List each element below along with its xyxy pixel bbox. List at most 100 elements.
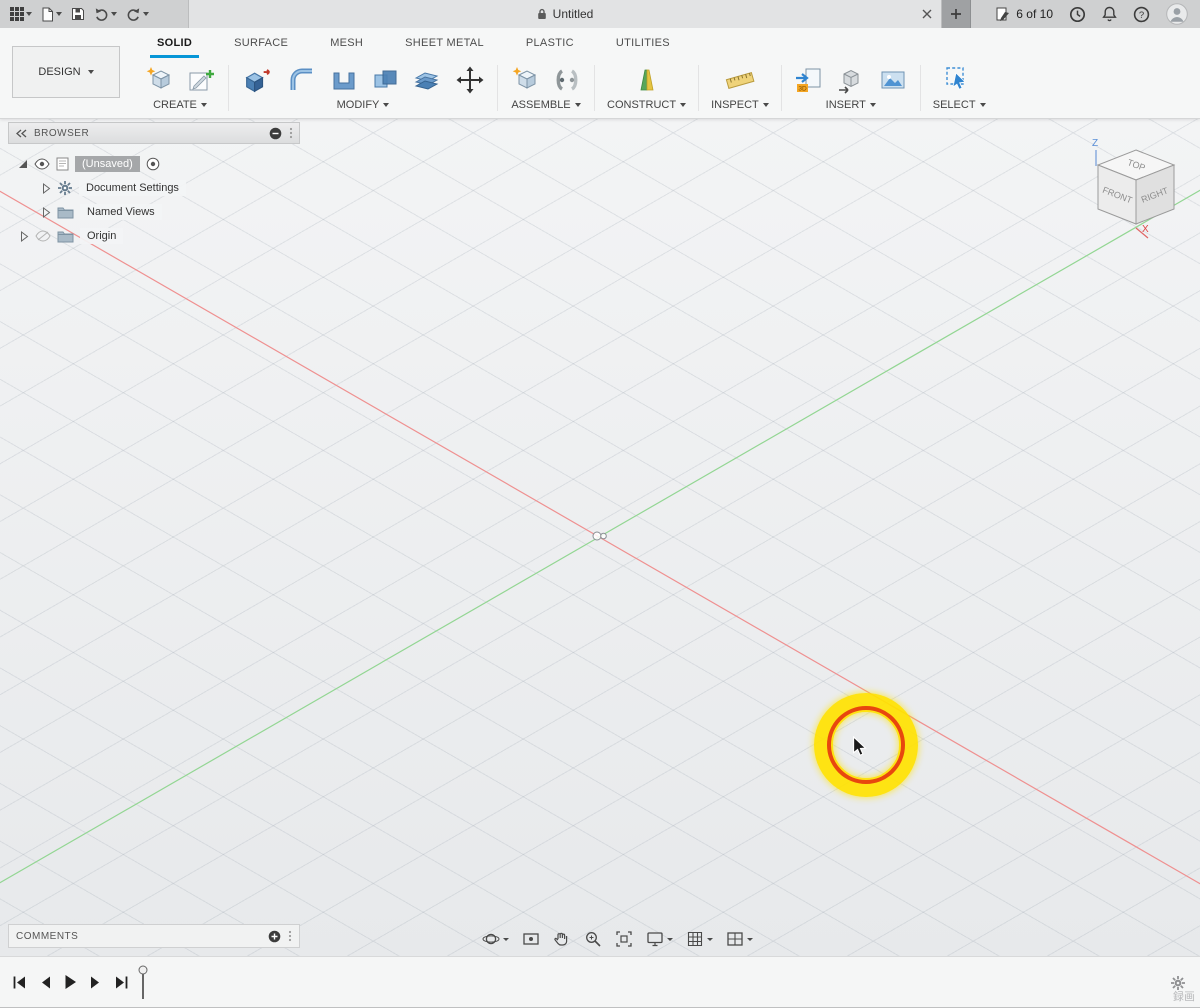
tab-sheet-metal[interactable]: SHEET METAL bbox=[384, 28, 505, 58]
tab-utilities[interactable]: UTILITIES bbox=[595, 28, 691, 58]
expander-icon[interactable] bbox=[42, 182, 51, 194]
chevron-down-icon bbox=[383, 103, 390, 107]
origin-marker[interactable] bbox=[591, 530, 609, 542]
chevron-down-icon bbox=[56, 12, 62, 16]
tab-surface[interactable]: SURFACE bbox=[213, 28, 309, 58]
tab-plastic[interactable]: PLASTIC bbox=[505, 28, 595, 58]
offset-face-icon[interactable] bbox=[413, 65, 443, 95]
step-forward-button[interactable] bbox=[90, 975, 102, 990]
play-button[interactable] bbox=[64, 974, 77, 990]
save-icon bbox=[72, 8, 84, 20]
new-component-icon[interactable] bbox=[144, 65, 174, 95]
minimize-panel-icon[interactable] bbox=[269, 127, 282, 140]
step-back-button[interactable] bbox=[39, 975, 51, 990]
fit-button[interactable] bbox=[613, 928, 635, 950]
canvas-image-icon[interactable] bbox=[878, 65, 908, 95]
notifications-button[interactable] bbox=[1102, 6, 1117, 22]
display-settings-button[interactable] bbox=[644, 928, 675, 950]
expander-icon[interactable] bbox=[42, 206, 51, 218]
insert-dropdown[interactable]: INSERT bbox=[826, 99, 876, 111]
insert-derive-icon[interactable]: 3D bbox=[794, 65, 824, 95]
expand-panel-icon[interactable] bbox=[268, 930, 281, 943]
pan-button[interactable] bbox=[551, 928, 573, 950]
viewcube[interactable]: Z X TOP FRONT RIGHT bbox=[1080, 136, 1198, 254]
orbit-button[interactable] bbox=[480, 928, 511, 950]
construct-dropdown[interactable]: CONSTRUCT bbox=[607, 99, 687, 111]
visibility-eye-icon[interactable] bbox=[34, 158, 50, 170]
comments-title: COMMENTS bbox=[16, 930, 79, 942]
ribbon-tools-row: CREATE MODIFY ASSEMBLE CONSTRUCT INSPECT… bbox=[0, 58, 998, 118]
inspect-dropdown[interactable]: INSPECT bbox=[711, 99, 769, 111]
press-pull-icon[interactable] bbox=[241, 63, 275, 97]
expander-icon[interactable] bbox=[20, 230, 29, 242]
tab-solid[interactable]: SOLID bbox=[136, 28, 213, 58]
tree-item-label[interactable]: Origin bbox=[80, 228, 124, 244]
extensions-button[interactable] bbox=[1069, 6, 1086, 23]
viewports-button[interactable] bbox=[724, 928, 755, 950]
comments-panel[interactable]: COMMENTS bbox=[8, 924, 300, 948]
close-tab-button[interactable] bbox=[922, 9, 932, 19]
chevron-down-icon bbox=[747, 937, 753, 941]
tree-row-origin[interactable]: Origin bbox=[8, 224, 300, 248]
new-tab-button[interactable] bbox=[942, 0, 971, 28]
insert-mesh-icon[interactable] bbox=[836, 65, 866, 95]
tree-row-named-views[interactable]: Named Views bbox=[8, 200, 300, 224]
browser-header[interactable]: BROWSER bbox=[8, 122, 300, 144]
timeline-playback-controls bbox=[12, 974, 129, 990]
document-title: Untitled bbox=[552, 7, 594, 21]
modify-dropdown[interactable]: MODIFY bbox=[337, 99, 390, 111]
skip-to-start-button[interactable] bbox=[12, 975, 26, 990]
document-tab[interactable]: Untitled bbox=[188, 0, 942, 28]
activate-component-radio[interactable] bbox=[146, 157, 160, 171]
display-settings-icon bbox=[647, 932, 663, 947]
mouse-cursor bbox=[853, 736, 867, 756]
help-button[interactable]: ? bbox=[1133, 6, 1150, 23]
group-inspect: INSPECT bbox=[699, 58, 781, 118]
combine-icon[interactable] bbox=[371, 65, 401, 95]
chevron-down-icon bbox=[707, 937, 713, 941]
construction-plane-icon[interactable] bbox=[632, 65, 662, 95]
measure-icon[interactable] bbox=[725, 65, 755, 95]
file-menu-button[interactable] bbox=[41, 7, 62, 22]
grid-and-snaps-button[interactable] bbox=[684, 928, 715, 950]
tree-item-label[interactable]: Document Settings bbox=[79, 180, 186, 196]
move-copy-icon[interactable] bbox=[455, 65, 485, 95]
zoom-button[interactable] bbox=[582, 928, 604, 950]
group-create: CREATE bbox=[132, 58, 228, 118]
chevron-down-icon bbox=[503, 937, 509, 941]
tab-mesh[interactable]: MESH bbox=[309, 28, 384, 58]
job-status-button[interactable]: 6 of 10 bbox=[995, 6, 1053, 22]
navigation-toolbar bbox=[480, 928, 755, 950]
panel-grip-icon[interactable] bbox=[289, 127, 293, 139]
select-dropdown[interactable]: SELECT bbox=[933, 99, 986, 111]
avatar-icon bbox=[1166, 3, 1188, 25]
root-expander-icon[interactable] bbox=[18, 159, 28, 169]
create-sketch-icon[interactable] bbox=[186, 65, 216, 95]
save-button[interactable] bbox=[71, 7, 85, 21]
account-avatar[interactable] bbox=[1166, 3, 1188, 25]
chevron-down-icon bbox=[111, 12, 117, 16]
skip-to-end-button[interactable] bbox=[115, 975, 129, 990]
shell-icon[interactable] bbox=[329, 65, 359, 95]
tree-row-document-settings[interactable]: Document Settings bbox=[8, 176, 300, 200]
look-at-button[interactable] bbox=[520, 928, 542, 950]
titlebar-left-tools bbox=[0, 0, 188, 28]
assemble-new-component-icon[interactable] bbox=[510, 65, 540, 95]
joint-icon[interactable] bbox=[552, 65, 582, 95]
root-item-label[interactable]: (Unsaved) bbox=[75, 156, 140, 172]
assemble-dropdown[interactable]: ASSEMBLE bbox=[511, 99, 581, 111]
timeline-position-marker[interactable] bbox=[136, 965, 150, 1001]
select-icon[interactable] bbox=[944, 65, 974, 95]
viewport-canvas[interactable]: BROWSER (Unsaved) Document Settings Name… bbox=[0, 118, 1200, 956]
undo-button[interactable] bbox=[94, 7, 117, 21]
redo-button[interactable] bbox=[126, 7, 149, 21]
app-launcher-button[interactable] bbox=[10, 7, 32, 21]
tree-row-root[interactable]: (Unsaved) bbox=[8, 152, 300, 176]
visibility-off-eye-icon[interactable] bbox=[35, 230, 51, 242]
create-dropdown[interactable]: CREATE bbox=[153, 99, 207, 111]
fillet-icon[interactable] bbox=[287, 65, 317, 95]
chevron-down-icon bbox=[680, 103, 687, 107]
panel-grip-icon[interactable] bbox=[288, 930, 292, 942]
tree-item-label[interactable]: Named Views bbox=[80, 204, 162, 220]
collapse-panel-icon[interactable] bbox=[15, 129, 27, 138]
